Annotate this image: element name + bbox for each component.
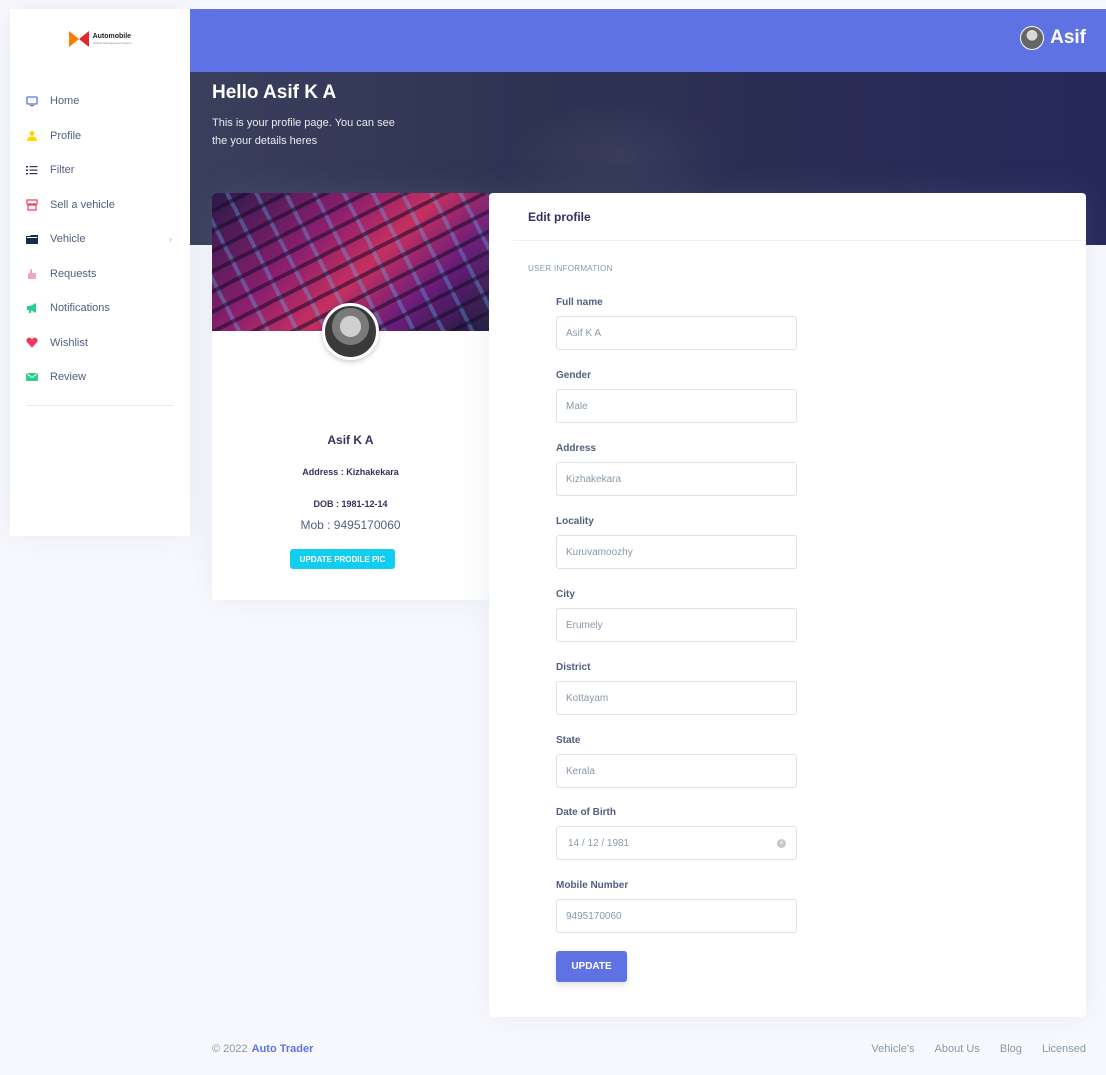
address-label: Address: [556, 443, 597, 454]
sidebar-item-label: Wishlist: [50, 336, 88, 349]
city-input[interactable]: [556, 608, 797, 642]
email-icon: [26, 371, 38, 383]
profile-mobile: Mob : 9495170060: [300, 518, 401, 532]
locality-label: Locality: [556, 516, 594, 527]
footer-link-blog[interactable]: Blog: [1000, 1043, 1022, 1055]
sidebar-item-notifications[interactable]: Notifications: [10, 291, 190, 326]
hero-description: This is your profile page. You can see t…: [212, 117, 395, 147]
district-input[interactable]: [556, 681, 797, 715]
state-field: State: [556, 735, 797, 788]
profile-dob: DOB : 1981-12-14: [313, 499, 388, 509]
sidebar-item-label: Profile: [50, 129, 82, 142]
date-of-birth-value: 14 / 12 / 1981: [568, 837, 630, 849]
gender-input[interactable]: [556, 389, 797, 423]
address-input[interactable]: [556, 462, 797, 496]
mobile-number-label: Mobile Number: [556, 880, 629, 891]
sidebar-item-label: Home: [50, 95, 80, 108]
shop-icon: [26, 199, 38, 211]
profile-name: Asif K A: [327, 433, 374, 447]
automobile-logo-icon: [68, 29, 89, 49]
sidebar-item-wishlist[interactable]: Wishlist: [10, 326, 190, 361]
state-input[interactable]: [556, 754, 797, 788]
gender-label: Gender: [556, 370, 592, 381]
update-button[interactable]: UPDATE: [556, 951, 627, 982]
sidebar-item-label: Requests: [50, 267, 97, 280]
city-label: City: [556, 589, 575, 600]
footer-link-vehicles[interactable]: Vehicle's: [871, 1043, 914, 1055]
monitor-icon: [26, 95, 38, 107]
mobile-number-input[interactable]: [556, 899, 797, 933]
sidebar-item-label: Notifications: [50, 302, 110, 315]
page-title: Hello Asif K A: [212, 82, 337, 103]
section-heading: USER INFORMATION: [528, 264, 613, 273]
clear-icon[interactable]: ×: [777, 839, 786, 848]
copyright: © 2022 Auto Trader: [212, 1043, 313, 1055]
district-field: District: [556, 662, 797, 715]
sidebar-item-review[interactable]: Review: [10, 360, 190, 395]
brand-name: Automobile: [92, 33, 132, 40]
brand-subtitle: Vehicle Management System: [92, 41, 132, 45]
sidebar-item-label: Review: [50, 371, 87, 384]
thumbs-up-icon: [26, 268, 38, 280]
folder-icon: [26, 233, 38, 245]
user-avatar: [1020, 26, 1045, 50]
user-icon: [26, 130, 38, 142]
megaphone-icon: [26, 302, 38, 314]
full-name-input[interactable]: [556, 316, 797, 350]
profile-address: Address : Kizhakekara: [302, 467, 399, 477]
sidebar-item-profile[interactable]: Profile: [10, 119, 190, 154]
date-of-birth-label: Date of Birth: [556, 807, 616, 818]
heart-icon: [26, 337, 38, 349]
profile-card: Asif K A Address : Kizhakekara DOB : 198…: [212, 193, 489, 600]
locality-field: Locality: [556, 516, 797, 569]
date-of-birth-field: Date of Birth 14 / 12 / 1981 ×: [556, 807, 797, 860]
sidebar-item-label: Filter: [50, 164, 75, 177]
footer-link-about-us[interactable]: About Us: [935, 1043, 980, 1055]
full-name-label: Full name: [556, 297, 603, 308]
city-field: City: [556, 589, 797, 642]
address-field: Address: [556, 443, 797, 496]
gender-field: Gender: [556, 370, 797, 423]
brand-logo[interactable]: Automobile Vehicle Management System: [10, 9, 190, 69]
edit-profile-title: Edit profile: [513, 193, 1086, 241]
copyright-text: © 2022: [212, 1043, 248, 1055]
full-name-field: Full name: [556, 297, 797, 350]
sidebar-item-home[interactable]: Home: [10, 84, 190, 119]
sidebar-item-requests[interactable]: Requests: [10, 257, 190, 292]
sidebar-divider: [26, 404, 174, 406]
user-name: Asif: [1050, 27, 1086, 48]
locality-input[interactable]: [556, 535, 797, 569]
mobile-number-field: Mobile Number: [556, 880, 797, 933]
sidebar: Automobile Vehicle Management System Hom…: [10, 9, 190, 536]
footer: © 2022 Auto Trader Vehicle's About Us Blo…: [212, 1043, 1086, 1055]
sidebar-nav: Home Profile Filter Sell a vehicle Vehic…: [10, 84, 190, 395]
profile-avatar: [322, 303, 379, 360]
state-label: State: [556, 735, 581, 746]
chevron-right-icon: ›: [169, 234, 172, 245]
sidebar-item-vehicle[interactable]: Vehicle ›: [10, 222, 190, 257]
district-label: District: [556, 662, 591, 673]
sidebar-item-label: Vehicle: [50, 233, 86, 246]
date-of-birth-input[interactable]: 14 / 12 / 1981 ×: [556, 826, 797, 860]
footer-link-licensed[interactable]: Licensed: [1042, 1043, 1086, 1055]
footer-links: Vehicle's About Us Blog Licensed: [854, 1043, 1086, 1055]
footer-brand-link[interactable]: Auto Trader: [252, 1043, 314, 1055]
sidebar-item-sell-a-vehicle[interactable]: Sell a vehicle: [10, 188, 190, 223]
sidebar-item-label: Sell a vehicle: [50, 198, 115, 211]
list-icon: [26, 164, 38, 176]
update-profile-pic-button[interactable]: UPDATE PRODILE PIC: [290, 549, 395, 569]
user-menu[interactable]: Asif: [1020, 26, 1086, 50]
edit-profile-card: Edit profile USER INFORMATION Full name …: [489, 193, 1086, 1017]
sidebar-item-filter[interactable]: Filter: [10, 153, 190, 188]
top-navbar: Asif: [190, 9, 1106, 72]
